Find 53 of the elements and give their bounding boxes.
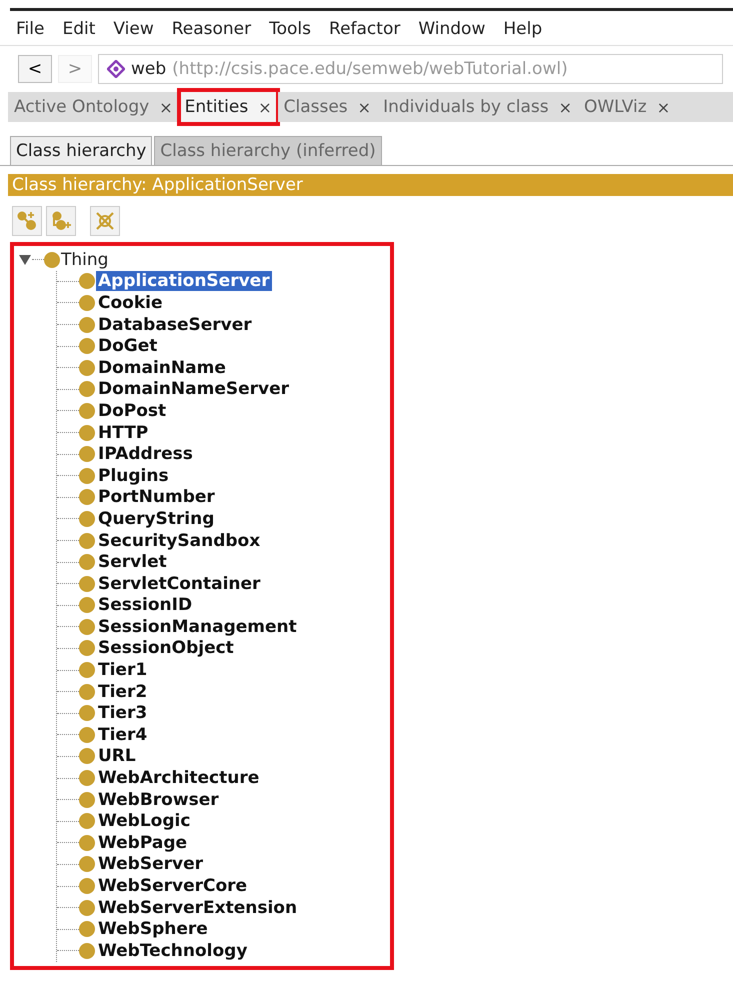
menu-item[interactable]: Edit — [53, 17, 104, 41]
close-icon[interactable]: × — [159, 98, 173, 116]
menu-item[interactable]: Refactor — [320, 17, 410, 41]
tree-item[interactable]: DoPost — [96, 400, 168, 421]
menu-item[interactable]: Tools — [260, 17, 320, 41]
tree-item[interactable]: Plugins — [96, 466, 171, 486]
tree-item[interactable]: PortNumber — [96, 487, 217, 508]
tree-item[interactable]: SessionID — [96, 595, 194, 616]
view-header: Class hierarchy: ApplicationServer — [8, 174, 733, 196]
tree-item[interactable]: WebTechnology — [96, 940, 250, 961]
tree-item[interactable]: SecuritySandbox — [96, 530, 262, 551]
tree-item[interactable]: WebPage — [96, 832, 190, 853]
close-icon[interactable]: × — [258, 98, 272, 116]
menu-item[interactable]: Reasoner — [162, 17, 260, 41]
tree-item[interactable]: QueryString — [96, 508, 216, 529]
close-icon[interactable]: × — [558, 98, 572, 116]
menu-item[interactable]: Help — [494, 17, 552, 41]
ontology-field[interactable]: web (http://csis.pace.edu/semweb/webTutorial.owl) — [98, 54, 723, 84]
tree-item[interactable]: WebServerCore — [96, 876, 250, 896]
tree-item[interactable]: Servlet — [96, 552, 169, 572]
tree-item[interactable]: HTTP — [96, 422, 150, 443]
tree-item[interactable]: DomainName — [96, 358, 228, 378]
tree-item[interactable]: SessionObject — [96, 638, 236, 658]
tree-item[interactable]: Tier2 — [96, 682, 150, 702]
tree-item[interactable]: DomainNameServer — [96, 379, 292, 400]
close-icon[interactable]: × — [656, 98, 670, 116]
tree-item[interactable]: Tier1 — [96, 660, 150, 680]
tree-item[interactable]: WebLogic — [96, 811, 192, 832]
view-tab[interactable]: Class hierarchy (inferred) — [154, 136, 382, 165]
tree-item[interactable]: SessionManagement — [96, 616, 299, 637]
tree-item[interactable]: Cookie — [96, 292, 164, 313]
tree-item[interactable]: IPAddress — [96, 444, 195, 464]
tree-item[interactable]: Thing — [61, 250, 108, 270]
tree-item[interactable]: WebServer — [96, 854, 205, 874]
tree-item[interactable]: WebSphere — [96, 919, 210, 940]
tree-item[interactable]: ApplicationServer — [96, 271, 272, 292]
tree-item[interactable]: DoGet — [96, 336, 160, 356]
tree-item[interactable]: ServletContainer — [96, 574, 262, 594]
menu-item[interactable]: View — [104, 17, 163, 41]
menu-item[interactable]: Window — [409, 17, 494, 41]
ontology-iri: (http://csis.pace.edu/semweb/webTutorial.owl) — [172, 59, 568, 79]
back-button[interactable]: < — [18, 55, 52, 83]
tree-item[interactable]: WebServerExtension — [96, 898, 300, 918]
tree-item[interactable]: Tier3 — [96, 703, 150, 724]
menu-item[interactable]: File — [10, 17, 54, 41]
tree-item[interactable]: WebArchitecture — [96, 768, 262, 788]
tree-item[interactable]: Tier4 — [96, 724, 150, 745]
close-icon[interactable]: × — [358, 98, 372, 116]
ontology-name: web — [131, 59, 166, 79]
tree-item[interactable]: URL — [96, 746, 138, 766]
view-tab[interactable]: Class hierarchy — [10, 136, 152, 165]
tree-item[interactable]: DatabaseServer — [96, 314, 254, 335]
tree-item[interactable]: WebBrowser — [96, 790, 221, 810]
